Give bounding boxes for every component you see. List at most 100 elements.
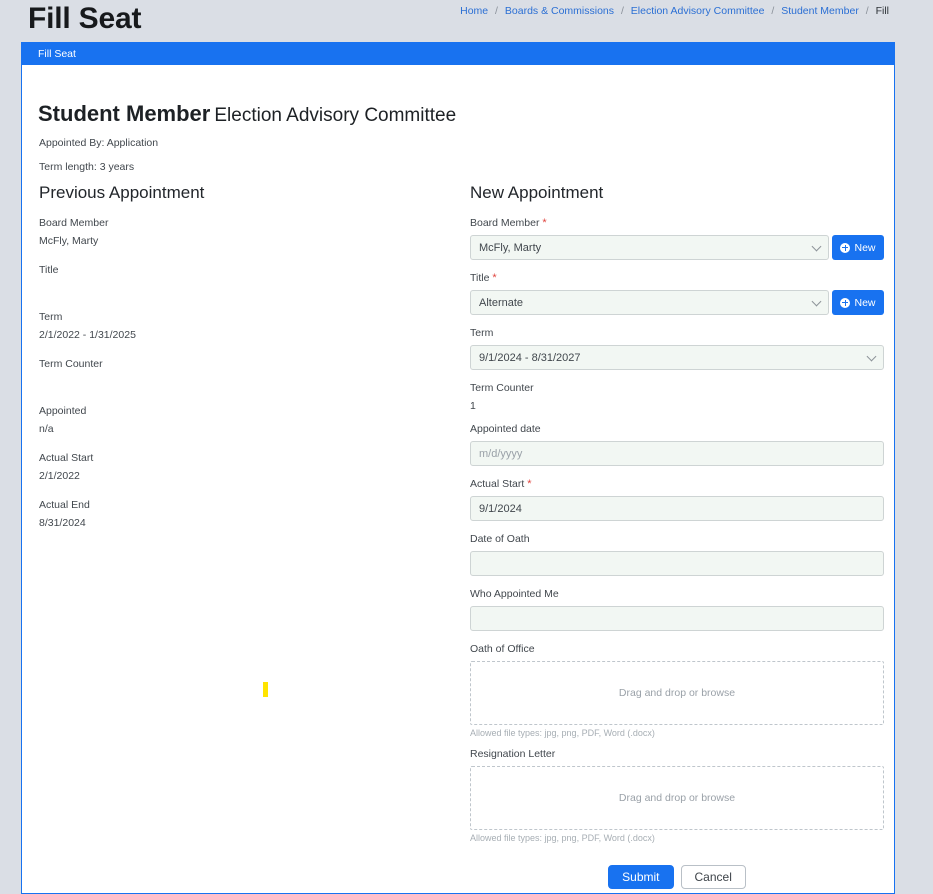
form-actions: Submit Cancel <box>470 865 884 889</box>
previous-field-label: Appointed <box>39 405 87 417</box>
board-member-select[interactable]: McFly, Marty <box>470 235 829 260</box>
term-select[interactable]: 9/1/2024 - 8/31/2027 <box>470 345 884 370</box>
breadcrumb-item-home[interactable]: Home <box>460 5 488 17</box>
submit-button[interactable]: Submit <box>608 865 674 889</box>
previous-field-value: McFly, Marty <box>39 235 99 247</box>
new-title-label: New <box>854 296 876 309</box>
actual-start-label: Actual Start * <box>470 478 884 491</box>
previous-field-label: Term Counter <box>39 358 103 370</box>
form-group-date-of-oath: Date of Oath <box>470 533 884 576</box>
title-label-text: Title <box>470 272 490 284</box>
board-name: Election Advisory Committee <box>214 105 457 126</box>
form-group-resignation-letter: Resignation Letter Drag and drop or brow… <box>470 748 884 843</box>
oath-of-office-label: Oath of Office <box>470 643 535 655</box>
previous-field-appointed: Appointed n/a <box>39 405 459 436</box>
breadcrumb-item-student-member[interactable]: Student Member <box>781 5 859 17</box>
form-group-appointed-date: Appointed date m/d/yyyy <box>470 423 884 466</box>
title-selected-value: Alternate <box>479 296 524 309</box>
oath-of-office-dropzone-text: Drag and drop or browse <box>618 687 736 699</box>
previous-appointment-title: Previous Appointment <box>39 183 205 202</box>
resignation-letter-label: Resignation Letter <box>470 748 556 760</box>
required-asterisk: * <box>492 272 497 284</box>
previous-field-value <box>39 282 459 295</box>
title-label: Title * <box>470 272 884 285</box>
oath-of-office-allowed-types: Allowed file types: jpg, png, PDF, Word … <box>470 728 655 738</box>
previous-field-title: Title <box>39 264 459 295</box>
actual-start-input[interactable]: 9/1/2024 <box>470 496 884 521</box>
title-row: Alternate New <box>470 290 884 315</box>
new-title-button[interactable]: New <box>832 290 884 315</box>
form-group-title: Title * Alternate New <box>470 272 884 315</box>
appointed-by-text: Appointed By: Application <box>39 137 159 149</box>
text-cursor-highlight <box>263 682 268 697</box>
breadcrumb-item-fill: Fill <box>875 5 889 17</box>
required-asterisk: * <box>542 217 547 229</box>
card-body: Student Member Election Advisory Committe… <box>22 65 894 894</box>
board-member-label: Board Member * <box>470 217 884 230</box>
new-appointment-title: New Appointment <box>470 183 604 202</box>
breadcrumb-separator: / <box>771 5 775 17</box>
previous-field-term-counter: Term Counter <box>39 358 459 389</box>
term-selected-value: 9/1/2024 - 8/31/2027 <box>479 351 581 364</box>
card-header: Fill Seat <box>22 42 894 65</box>
breadcrumb-separator: / <box>865 5 869 17</box>
previous-appointment-column: Previous Appointment Board Member McFly,… <box>39 183 459 546</box>
actual-start-label-text: Actual Start <box>470 478 525 490</box>
previous-field-label: Actual End <box>39 499 90 511</box>
previous-field-label: Term <box>39 311 63 323</box>
previous-field-actual-start: Actual Start 2/1/2022 <box>39 452 459 483</box>
fill-seat-card: Fill Seat Student Member Election Advisor… <box>21 42 895 894</box>
fill-seat-page: Fill Seat Home / Boards & Commissions / … <box>0 0 933 894</box>
previous-field-board-member: Board Member McFly, Marty <box>39 217 459 248</box>
breadcrumb-item-election-advisory-committee[interactable]: Election Advisory Committee <box>631 5 765 17</box>
previous-field-label: Actual Start <box>39 452 94 464</box>
form-group-oath-of-office: Oath of Office Drag and drop or browse A… <box>470 643 884 738</box>
previous-field-value: 2/1/2022 - 1/31/2025 <box>39 329 136 341</box>
date-of-oath-label: Date of Oath <box>470 533 530 545</box>
previous-field-term: Term 2/1/2022 - 1/31/2025 <box>39 311 459 342</box>
form-group-actual-start: Actual Start * 9/1/2024 <box>470 478 884 521</box>
chevron-down-icon <box>811 296 822 306</box>
who-appointed-me-input[interactable] <box>470 606 884 631</box>
breadcrumb-item-boards-commissions[interactable]: Boards & Commissions <box>505 5 614 17</box>
cancel-button[interactable]: Cancel <box>680 865 746 889</box>
who-appointed-me-label: Who Appointed Me <box>470 588 559 600</box>
term-counter-value: 1 <box>470 400 476 412</box>
resignation-letter-allowed-types: Allowed file types: jpg, png, PDF, Word … <box>470 833 655 843</box>
breadcrumb-separator: / <box>495 5 498 17</box>
appointed-date-input[interactable]: m/d/yyyy <box>470 441 884 466</box>
chevron-down-icon <box>811 241 822 251</box>
seat-heading: Student Member Election Advisory Committe… <box>38 101 456 127</box>
plus-circle-icon <box>840 242 851 253</box>
breadcrumb-separator: / <box>620 5 624 17</box>
previous-field-value: n/a <box>39 423 54 435</box>
form-group-board-member: Board Member * McFly, Marty New <box>470 217 884 260</box>
previous-field-label: Board Member <box>39 217 109 229</box>
new-board-member-button[interactable]: New <box>832 235 884 260</box>
form-group-term: Term 9/1/2024 - 8/31/2027 <box>470 327 884 370</box>
page-title: Fill Seat <box>28 2 142 35</box>
seat-name: Student Member <box>38 101 211 126</box>
board-member-row: McFly, Marty New <box>470 235 884 260</box>
term-label: Term <box>470 327 494 339</box>
form-group-who-appointed-me: Who Appointed Me <box>470 588 884 631</box>
previous-field-label: Title <box>39 264 59 276</box>
required-asterisk: * <box>527 478 532 490</box>
date-of-oath-input[interactable] <box>470 551 884 576</box>
term-length-text: Term length: 3 years <box>39 161 135 173</box>
board-member-label-text: Board Member <box>470 217 540 229</box>
previous-field-value <box>39 376 459 389</box>
previous-field-value: 8/31/2024 <box>39 517 86 529</box>
board-member-selected-value: McFly, Marty <box>479 241 542 254</box>
resignation-letter-dropzone[interactable]: Drag and drop or browse <box>470 766 884 830</box>
term-counter-label: Term Counter <box>470 382 534 394</box>
resignation-letter-dropzone-text: Drag and drop or browse <box>618 792 736 804</box>
oath-of-office-dropzone[interactable]: Drag and drop or browse <box>470 661 884 725</box>
title-select[interactable]: Alternate <box>470 290 829 315</box>
chevron-down-icon <box>866 351 877 361</box>
previous-field-actual-end: Actual End 8/31/2024 <box>39 499 459 530</box>
appointed-date-label: Appointed date <box>470 423 541 435</box>
new-board-member-label: New <box>854 241 876 254</box>
plus-circle-icon <box>840 297 851 308</box>
new-appointment-column: New Appointment Board Member * McFly, Ma… <box>470 183 884 889</box>
